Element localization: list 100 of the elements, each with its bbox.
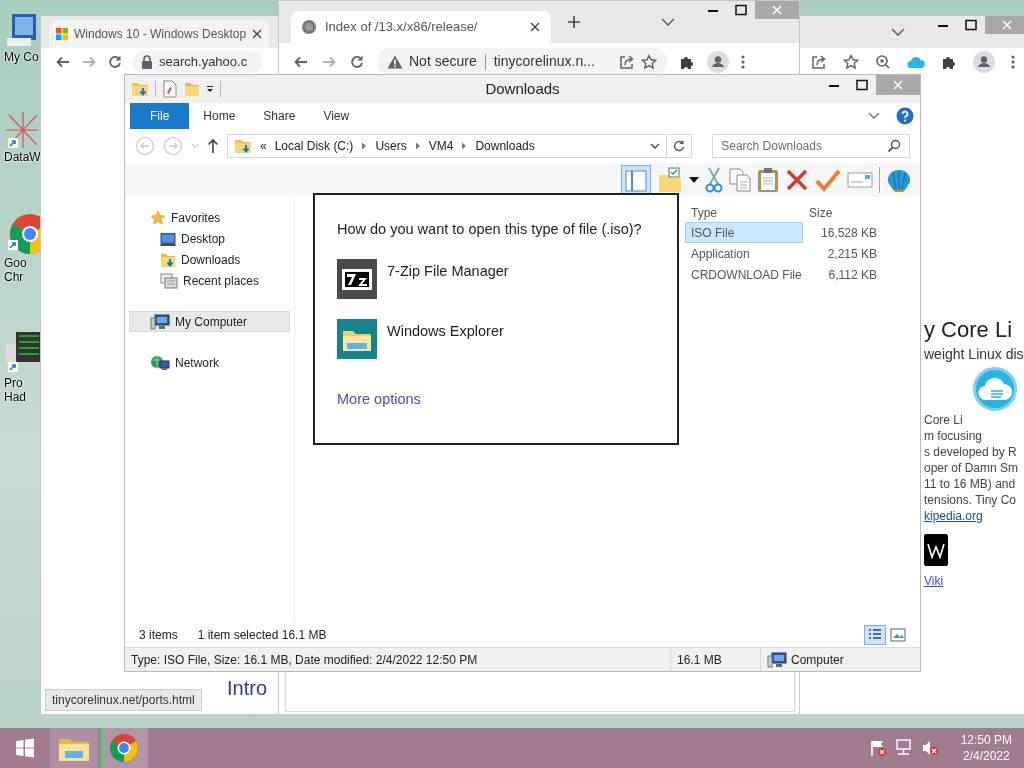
- refresh-icon[interactable]: [666, 134, 693, 158]
- network-icon[interactable]: [894, 739, 913, 757]
- muted-speaker-icon[interactable]: [920, 739, 939, 757]
- page-subheading: weight Linux dis: [924, 345, 1024, 364]
- reload-icon[interactable]: [349, 53, 365, 70]
- status-details: Type: ISO File, Size: 16.1 MB, Date modified: 2/4/2022 12:50 PM: [130, 651, 479, 669]
- address-bar[interactable]: search.yahoo.c: [133, 51, 263, 73]
- preview-pane-icon[interactable]: [621, 165, 651, 195]
- source-link[interactable]: kipedia.org: [924, 508, 1024, 524]
- status-url-tooltip: tinycorelinux.net/ports.html: [45, 689, 202, 711]
- breadcrumb-item[interactable]: Downloads: [475, 137, 535, 155]
- menu-icon[interactable]: [741, 53, 745, 70]
- flag-icon[interactable]: [868, 739, 887, 757]
- tab-list-icon[interactable]: [891, 28, 905, 36]
- dropdown-caret-icon[interactable]: [689, 177, 699, 183]
- browser-tab[interactable]: Index of /13.x/x86/release/: [291, 11, 551, 43]
- nav-item[interactable]: Network: [129, 352, 290, 373]
- delete-icon[interactable]: [785, 168, 809, 192]
- column-header[interactable]: Type: [686, 204, 804, 222]
- share-icon[interactable]: [811, 54, 827, 70]
- thumbnails-view-icon[interactable]: [890, 628, 906, 642]
- envelope-icon[interactable]: [847, 171, 873, 189]
- folder-icon: [234, 137, 252, 155]
- expand-ribbon-icon[interactable]: [868, 112, 880, 120]
- lock-icon: [141, 55, 153, 69]
- file-menu-button[interactable]: File: [130, 103, 190, 129]
- breadcrumb-arrow-icon[interactable]: [461, 142, 468, 150]
- ribbon-tab[interactable]: Home: [189, 103, 250, 129]
- search-input[interactable]: Search Downloads: [719, 136, 885, 156]
- nav-item[interactable]: Downloads: [129, 249, 290, 270]
- browser-tab[interactable]: Windows 10 - Windows Desktop: [49, 20, 270, 48]
- desktop-icon-label[interactable]: DataW: [4, 150, 40, 164]
- column-header[interactable]: Size: [804, 204, 882, 222]
- desktop-icon-label[interactable]: My Co: [4, 50, 39, 64]
- bookmark-star-icon[interactable]: [843, 54, 859, 70]
- profile-icon[interactable]: [973, 51, 995, 73]
- ribbon-tab[interactable]: Share: [249, 103, 310, 129]
- help-icon[interactable]: [896, 107, 914, 125]
- tab-favicon-icon: [301, 19, 317, 35]
- breadcrumb-overflow[interactable]: «: [260, 137, 267, 155]
- extensions-icon[interactable]: [941, 54, 957, 70]
- nav-item[interactable]: Recent places: [129, 270, 290, 291]
- tab-favicon-icon: [55, 27, 69, 41]
- lens-icon[interactable]: [875, 54, 891, 70]
- computer-icon: [767, 651, 787, 668]
- nav-item[interactable]: Favorites: [129, 207, 290, 228]
- dialog-question: How do you want to open this type of file (.iso)?: [337, 220, 643, 239]
- menu-icon[interactable]: [1011, 54, 1015, 70]
- logo-icon[interactable]: [924, 534, 948, 566]
- desktop-icon-label[interactable]: Goo: [4, 256, 27, 270]
- new-tab-icon[interactable]: [567, 15, 581, 29]
- bookmark-star-icon[interactable]: [641, 53, 657, 70]
- clock-date[interactable]: 2/4/2022: [962, 748, 1010, 764]
- logo-caption-link[interactable]: Viki: [924, 572, 1024, 590]
- app-option[interactable]: 7-Zip File Manager: [337, 258, 655, 299]
- share-icon[interactable]: [619, 53, 635, 70]
- file-type: ISO File: [690, 224, 736, 242]
- desktop-icon-label[interactable]: Chr: [4, 270, 24, 284]
- search-field[interactable]: Search Downloads: [712, 134, 910, 158]
- quick-access-folder-icon[interactable]: [131, 80, 149, 98]
- tab-list-icon[interactable]: [661, 18, 675, 26]
- paragraph-line: oper of Damn Sm: [924, 460, 1020, 476]
- breadcrumb-item[interactable]: VM4: [428, 137, 454, 155]
- nav-item[interactable]: My Computer: [129, 311, 290, 332]
- cut-icon[interactable]: [705, 167, 723, 193]
- ribbon-tab[interactable]: View: [309, 103, 364, 129]
- back-icon[interactable]: [55, 54, 71, 70]
- properties-icon[interactable]: [162, 80, 178, 98]
- profile-icon[interactable]: [707, 50, 729, 73]
- browser-app-button[interactable]: [100, 728, 148, 768]
- address-bar[interactable]: Not secure tinycorelinux.n...: [377, 47, 667, 76]
- file-size: 16,528 KB: [819, 224, 878, 242]
- clock-time[interactable]: 12:50 PM: [960, 732, 1012, 748]
- breadcrumb-arrow-icon[interactable]: [361, 142, 368, 150]
- breadcrumb-item[interactable]: Users: [375, 137, 407, 155]
- tab-close-icon[interactable]: [529, 21, 541, 33]
- more-options-link[interactable]: More options: [337, 388, 421, 411]
- selection-info: 1 item selected 16.1 MB: [197, 627, 327, 644]
- paste-icon[interactable]: [757, 167, 779, 193]
- shortcut-icon[interactable]: [4, 110, 38, 150]
- folder-app-icon: [337, 318, 377, 359]
- reload-icon[interactable]: [107, 54, 123, 70]
- address-dropdown-icon[interactable]: [650, 143, 661, 149]
- desktop-icon-label[interactable]: Pro: [4, 376, 23, 390]
- desktop-icon-label[interactable]: Had: [4, 390, 26, 404]
- details-view-icon[interactable]: [864, 625, 886, 645]
- tab-close-icon[interactable]: [251, 28, 264, 40]
- shell-icon[interactable]: [886, 168, 912, 192]
- up-icon[interactable]: [207, 138, 219, 154]
- address-bar[interactable]: « Local Disk (C:) Users VM4 Downloads: [227, 134, 668, 158]
- app-option[interactable]: Windows Explorer: [337, 318, 655, 359]
- computer-icon: [150, 313, 170, 330]
- nav-item[interactable]: Desktop: [129, 228, 290, 249]
- customize-caret-icon[interactable]: [206, 85, 214, 93]
- breadcrumb-arrow-icon[interactable]: [414, 142, 421, 150]
- breadcrumb-item[interactable]: Local Disk (C:): [274, 137, 354, 155]
- star-icon: [150, 209, 166, 226]
- checkmark-icon[interactable]: [815, 168, 841, 192]
- folder-checkmark-icon[interactable]: [657, 167, 683, 193]
- status-size: 16.1 MB: [670, 648, 760, 671]
